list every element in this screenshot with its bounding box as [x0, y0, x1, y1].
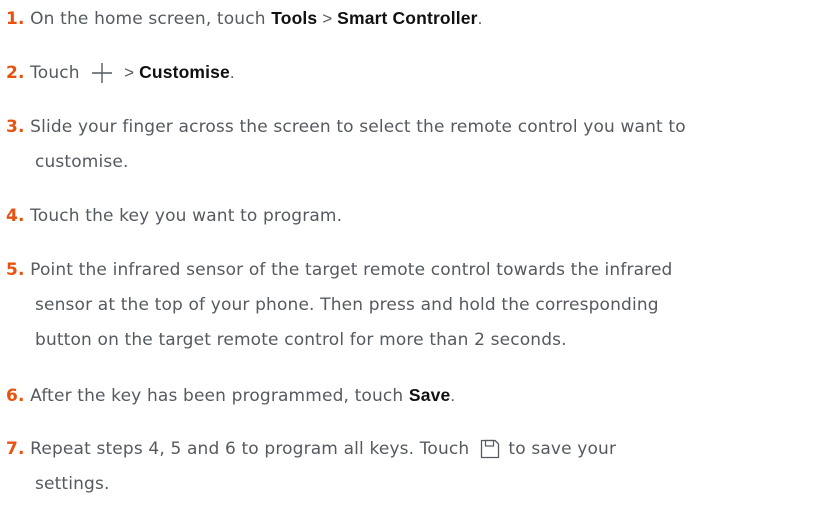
period: . [450, 386, 456, 405]
separator: > [119, 63, 140, 82]
step-number: 6. [6, 386, 25, 406]
menu-customise: Customise [139, 62, 230, 82]
step-text: Repeat steps 4, 5 and 6 to program all k… [30, 439, 475, 459]
step-2: 2. Touch > Customise. [6, 55, 816, 91]
menu-smart-controller: Smart Controller [337, 8, 478, 28]
step-6: 6. After the key has been programmed, to… [6, 378, 816, 414]
step-text-line: sensor at the top of your phone. Then pr… [35, 295, 659, 315]
step-text-line: settings. [35, 474, 110, 494]
separator: > [317, 9, 338, 28]
step-5: 5. Point the infrared sensor of the targ… [6, 253, 816, 358]
step-4: 4. Touch the key you want to program. [6, 199, 816, 234]
step-number: 5. [6, 260, 25, 280]
period: . [229, 63, 235, 82]
step-text-line: Slide your finger across the screen to s… [30, 117, 686, 137]
step-number: 2. [6, 63, 25, 83]
step-text: to save your [502, 439, 617, 459]
step-text: Touch [30, 63, 86, 83]
step-number: 7. [6, 439, 25, 459]
step-text-line: customise. [35, 152, 129, 172]
step-text: After the key has been programmed, touch [30, 386, 409, 406]
step-3: 3. Slide your finger across the screen t… [6, 110, 816, 180]
menu-tools: Tools [271, 8, 318, 28]
step-text-line: Point the infrared sensor of the target … [30, 260, 673, 280]
step-text-line: button on the target remote control for … [35, 330, 567, 350]
step-text: On the home screen, touch [30, 9, 272, 29]
save-label: Save [408, 385, 451, 405]
save-icon [479, 438, 501, 460]
period: . [477, 9, 483, 28]
step-7: 7. Repeat steps 4, 5 and 6 to program al… [6, 432, 816, 502]
step-text: Touch the key you want to program. [30, 206, 343, 226]
step-number: 3. [6, 117, 25, 137]
step-number: 1. [6, 9, 25, 29]
step-number: 4. [6, 206, 25, 226]
plus-icon [91, 62, 113, 84]
step-1: 1. On the home screen, touch Tools > Sma… [6, 1, 816, 37]
